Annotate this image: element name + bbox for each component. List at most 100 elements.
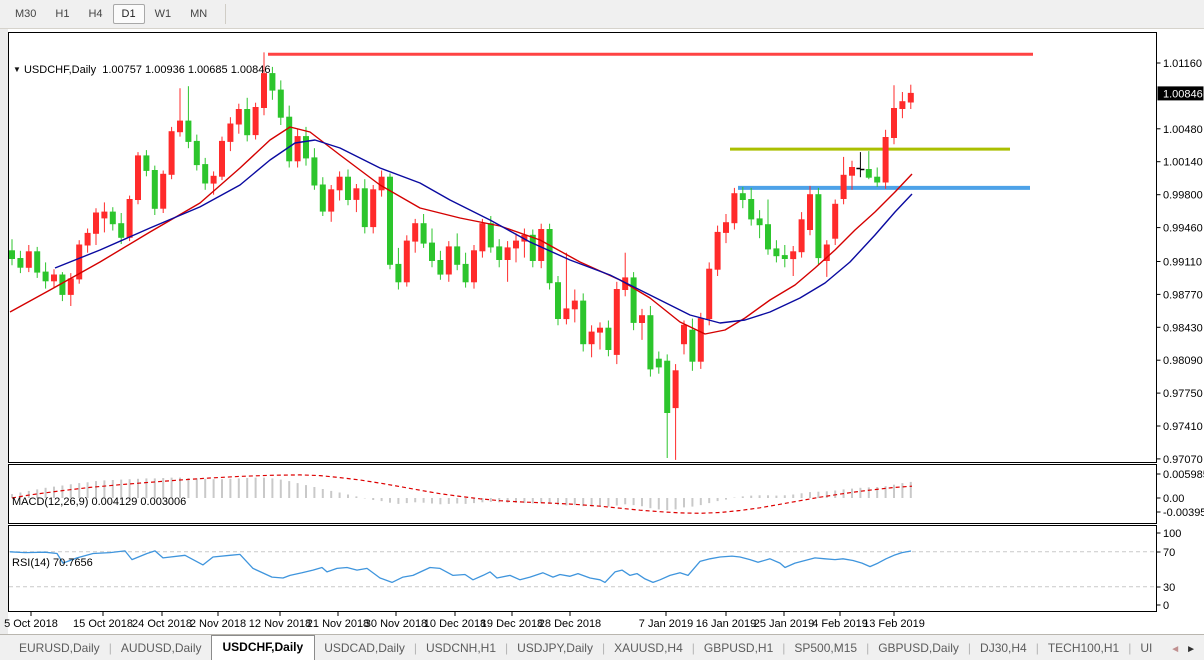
date-label: 21 Nov 2018 (307, 618, 369, 630)
candle-bear (664, 360, 671, 414)
candle-bull (471, 250, 477, 283)
timeframe-button-d1[interactable]: D1 (112, 4, 145, 24)
tab-sp500-m15[interactable]: SP500,M15 (785, 637, 866, 660)
candle-bull (731, 193, 738, 224)
candle-bear (647, 315, 654, 370)
price-tick-label: 0.99110 (1163, 257, 1202, 269)
candle-bull (563, 308, 570, 320)
price-tick-label: 0.97070 (1163, 454, 1203, 466)
tab-tech100-h1[interactable]: TECH100,H1 (1039, 637, 1128, 660)
candle-bear (143, 155, 150, 171)
candle-bull (370, 189, 377, 228)
rsi-tick-label: 0 (1163, 600, 1169, 612)
price-tick-label: 0.98430 (1163, 322, 1203, 334)
date-label: 16 Jan 2019 (696, 618, 757, 630)
candle-bull (25, 251, 32, 268)
tab-usdchf-daily[interactable]: USDCHF,Daily (210, 635, 316, 660)
date-label: 24 Oct 2018 (132, 618, 192, 630)
candle-bear (462, 263, 469, 283)
rsi-panel[interactable] (8, 525, 1157, 612)
tab-usdjpy-daily[interactable]: USDJPY,Daily (508, 637, 602, 660)
timeframe-button-h4[interactable]: H4 (79, 4, 111, 24)
candle-bear (17, 258, 24, 268)
candle-bull (672, 370, 679, 409)
timeframe-button-m30[interactable]: M30 (6, 4, 45, 24)
candle-bear (118, 223, 125, 238)
price-tick-label: 1.00480 (1163, 124, 1203, 136)
candle-bear (34, 251, 41, 273)
candle-bull (261, 73, 267, 108)
candle-bear (655, 358, 662, 368)
tab-audusd-daily[interactable]: AUDUSD,Daily (112, 637, 211, 660)
tab-ui[interactable]: UI (1131, 637, 1161, 660)
date-label: 28 Dec 2018 (539, 618, 601, 630)
tab-eurusd-daily[interactable]: EURUSD,Daily (10, 637, 109, 660)
candle-bear (193, 140, 200, 166)
candle-bull (403, 240, 410, 283)
current-price-label: 1.00846 (1163, 88, 1203, 100)
candle-bear (815, 194, 822, 259)
rsi-tick-label: 30 (1163, 582, 1175, 594)
candle-bear (420, 223, 427, 244)
date-label: 4 Feb 2019 (812, 618, 868, 630)
timeframe-button-mn[interactable]: MN (181, 4, 216, 24)
candle-bull (328, 189, 335, 212)
candle-bull (235, 109, 242, 125)
tab-gbpusd-daily[interactable]: GBPUSD,Daily (869, 637, 968, 660)
candle-bear (109, 211, 116, 225)
candle-bear (311, 157, 318, 186)
candle-bull (504, 247, 511, 260)
candle-bear (739, 193, 746, 200)
candle-bull (412, 223, 419, 242)
tab-usdcnh-h1[interactable]: USDCNH,H1 (417, 637, 505, 660)
candle-bull (378, 176, 385, 191)
candle-bull (160, 173, 167, 209)
candle-bear (630, 277, 637, 323)
tab-gbpusd-h1[interactable]: GBPUSD,H1 (695, 637, 782, 660)
candle-bear (496, 246, 503, 260)
candle-bull (882, 137, 889, 183)
candle-bull (227, 123, 234, 142)
candle-bull (252, 107, 259, 136)
price-tick-label: 0.98090 (1163, 355, 1203, 367)
tab-dj30-h4[interactable]: DJ30,H4 (971, 637, 1036, 660)
timeframe-button-h1[interactable]: H1 (46, 4, 78, 24)
price-tick-label: 0.97410 (1163, 421, 1203, 433)
candle-bull (891, 108, 897, 138)
candle-bull (706, 268, 713, 320)
tab-scroll-left-icon[interactable]: ◄ (1170, 644, 1180, 655)
candle-bull (101, 211, 108, 219)
date-label: 15 Oct 2018 (73, 618, 133, 630)
candle-bull (899, 101, 906, 109)
tab-xauusd-h4[interactable]: XAUUSD,H4 (605, 637, 692, 660)
candle-bull (723, 222, 729, 233)
candle-bear (319, 184, 326, 212)
candle-bear (361, 188, 368, 228)
chart-canvas[interactable]: 1.01160 1.00480 1.00140 0.99800 0.99460 0.991… (0, 29, 1204, 634)
candle-bull (51, 274, 57, 282)
candle-bear (546, 229, 553, 284)
tab-scroll-right-icon[interactable]: ► (1186, 644, 1196, 655)
tab-usdcad-daily[interactable]: USDCAD,Daily (315, 637, 414, 660)
candle-bear (202, 164, 209, 184)
candle-bull (907, 92, 914, 103)
candle-bull (538, 229, 545, 261)
date-label: 7 Jan 2019 (639, 618, 693, 630)
candle-bull (613, 289, 620, 355)
candle-bear (345, 176, 351, 200)
candle-bear (185, 120, 192, 142)
candle-bear (555, 282, 561, 320)
price-tick-label: 0.97750 (1163, 388, 1203, 400)
candle-bull (807, 194, 813, 230)
macd-tick-label: -0.003954 (1163, 507, 1204, 519)
date-label: 13 Feb 2019 (863, 618, 925, 630)
candle-bull (126, 199, 133, 238)
candle-bull (168, 131, 175, 175)
main-price-panel[interactable] (8, 32, 1157, 463)
price-tick-label: 0.99800 (1163, 190, 1203, 202)
date-label: 5 Oct 2018 (4, 618, 58, 630)
date-label: 30 Nov 2018 (365, 618, 427, 630)
timeframe-button-w1[interactable]: W1 (146, 4, 181, 24)
rsi-tick-label: 70 (1163, 547, 1175, 559)
candle-bull (219, 140, 225, 177)
